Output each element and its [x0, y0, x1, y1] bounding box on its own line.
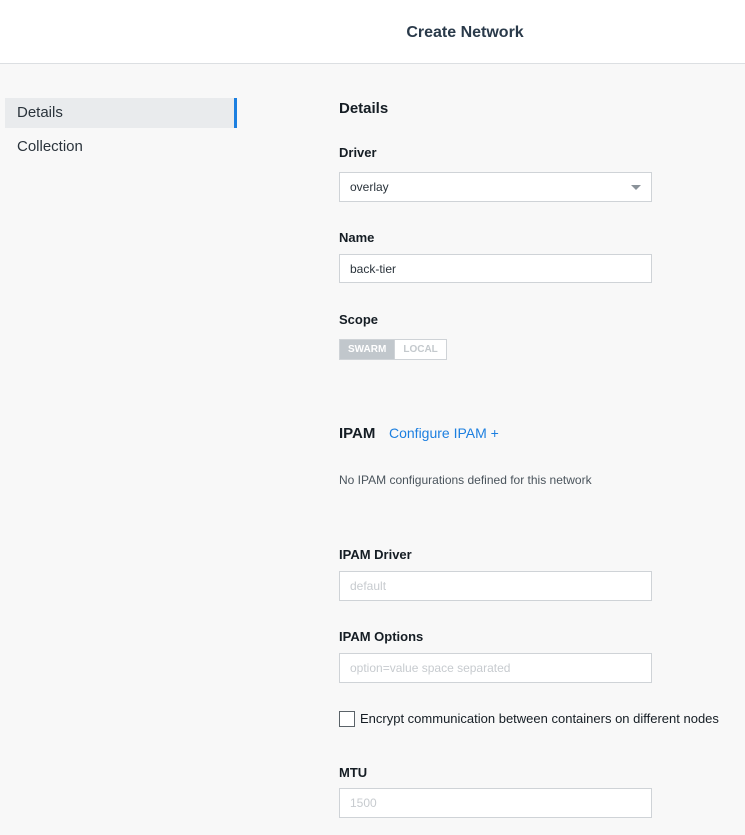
ipam-options-input[interactable]: [339, 653, 652, 683]
scope-local-button[interactable]: LOCAL: [394, 340, 445, 359]
mtu-input[interactable]: [339, 788, 652, 818]
configure-ipam-link[interactable]: Configure IPAM +: [389, 425, 499, 441]
driver-select[interactable]: overlay: [339, 172, 652, 202]
name-input[interactable]: [339, 254, 652, 283]
ipam-options-label: IPAM Options: [339, 629, 424, 644]
ipam-section-title: IPAM: [339, 425, 376, 442]
ipam-driver-input[interactable]: [339, 571, 652, 601]
encrypt-checkbox[interactable]: [339, 711, 355, 727]
page-title: Create Network: [406, 24, 524, 41]
ipam-driver-label: IPAM Driver: [339, 547, 412, 562]
mtu-label: MTU: [339, 765, 368, 780]
driver-label: Driver: [339, 145, 377, 160]
driver-select-value: overlay: [350, 180, 389, 194]
name-label: Name: [339, 230, 375, 245]
scope-swarm-button[interactable]: SWARM: [340, 340, 395, 359]
sidebar: Details Collection: [5, 98, 237, 166]
header-bar: Create Network: [0, 0, 745, 64]
ipam-empty-note: No IPAM configurations defined for this …: [339, 473, 592, 487]
chevron-down-icon: [631, 185, 641, 190]
sidebar-item-collection[interactable]: Collection: [5, 132, 237, 162]
scope-toggle: SWARM LOCAL: [339, 339, 447, 360]
details-section-title: Details: [339, 100, 389, 117]
encrypt-label: Encrypt communication between containers…: [360, 711, 719, 726]
sidebar-item-details[interactable]: Details: [5, 98, 237, 128]
scope-label: Scope: [339, 312, 379, 327]
